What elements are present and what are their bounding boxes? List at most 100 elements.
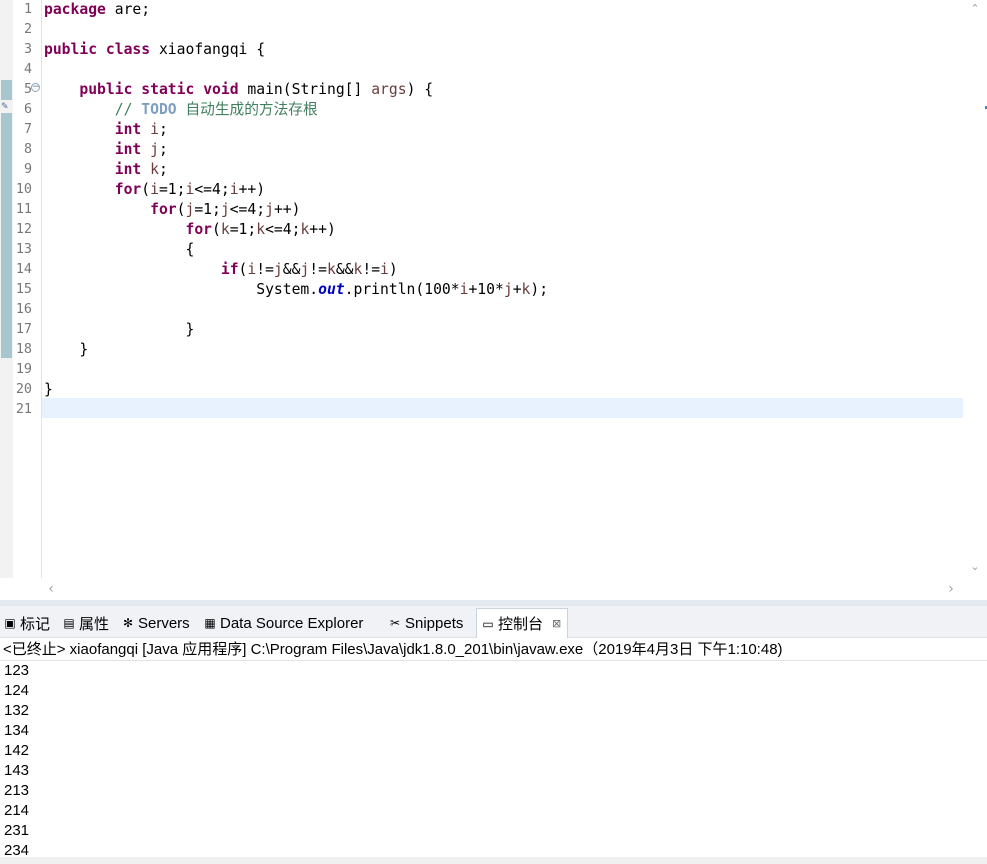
code-token: int	[114, 121, 142, 138]
code-token: public	[79, 81, 133, 98]
console-output-line: 213	[4, 782, 30, 799]
horizontal-scrollbar[interactable]: ‹ ›	[42, 578, 963, 600]
tab-label: 属性	[79, 615, 110, 633]
code-line: System.out.println(100*i+10*j+k);	[44, 280, 548, 300]
code-token: i	[150, 181, 159, 198]
code-token: out	[318, 281, 345, 298]
code-token: {	[44, 241, 195, 258]
scroll-right-icon[interactable]: ›	[942, 578, 960, 600]
code-line: package are;	[44, 0, 150, 20]
code-token: =1;	[194, 201, 221, 218]
line-number: 7	[23, 122, 32, 137]
tab-properties[interactable]: ▤ 属性	[62, 608, 109, 638]
tab-label: 控制台	[498, 616, 544, 633]
vertical-scrollbar[interactable]: ⌃ ⌄	[963, 0, 987, 578]
code-token: (	[141, 181, 151, 198]
console-output-line: 231	[4, 822, 30, 839]
line-number: 14	[15, 262, 32, 277]
scroll-left-icon[interactable]: ‹	[42, 578, 60, 600]
code-token: public	[44, 41, 98, 58]
code-token: k	[326, 261, 336, 278]
task-marker-icon[interactable]: ✎	[1, 101, 12, 113]
code-token: .println(100*	[344, 281, 460, 298]
code-token: 自动生成的方法存根	[176, 101, 318, 118]
fold-collapse-icon[interactable]: −	[31, 83, 40, 92]
data-source-icon: ▦	[204, 616, 216, 630]
code-token: =1;	[158, 181, 186, 198]
line-number: 11	[15, 202, 32, 217]
snippets-icon: ✂	[389, 616, 401, 630]
markers-icon: ▣	[4, 616, 16, 630]
line-number: 16	[15, 302, 32, 317]
line-number: 20	[15, 382, 32, 397]
console-output[interactable]: 123 124 132 134 142 143 213 214 231 234	[0, 661, 987, 857]
code-token: are;	[105, 1, 151, 18]
console-output-line: 143	[4, 762, 30, 779]
code-token: k	[256, 221, 266, 238]
code-token: System.	[44, 281, 319, 298]
line-number: 4	[23, 62, 32, 77]
close-tab-icon[interactable]: ⊠	[552, 617, 561, 630]
code-token: (	[212, 221, 221, 238]
line-number: 6	[23, 102, 32, 117]
change-bar	[1, 113, 12, 358]
code-token: j	[503, 281, 513, 298]
code-token: <=4;	[265, 221, 301, 238]
gutter-divider	[41, 0, 42, 578]
code-line: int k;	[44, 160, 168, 180]
current-line-highlight	[42, 398, 963, 418]
code-token: ;	[158, 141, 168, 158]
code-token: i	[229, 181, 239, 198]
code-token: k	[300, 221, 310, 238]
code-line: }	[44, 340, 88, 360]
code-line: int j;	[44, 140, 168, 160]
code-token: int	[114, 161, 142, 178]
scroll-up-icon[interactable]: ⌃	[963, 0, 987, 18]
tab-label: Servers	[138, 614, 190, 632]
code-token: ++)	[238, 181, 266, 198]
console-output-line: 123	[4, 662, 30, 679]
code-token: k	[150, 161, 159, 178]
code-token: int	[114, 141, 142, 158]
line-number: 18	[15, 342, 32, 357]
code-token: (	[176, 201, 186, 218]
line-number: 1	[23, 2, 32, 17]
code-token: j	[220, 201, 230, 218]
code-line: for(j=1;j<=4;j++)	[44, 200, 300, 220]
tab-servers[interactable]: ✻ Servers	[121, 608, 190, 638]
code-editor[interactable]: ✎ 1 2 3 4 5 6 7 8 9 10 11 12 13 14 15 16 17 18 19 20 21 − pa…	[0, 0, 987, 600]
code-line: int i;	[44, 120, 168, 140]
code-line: if(i!=j&&j!=k&&k!=i)	[44, 260, 398, 280]
code-token: for	[114, 181, 142, 198]
code-line: public static void main(String[] args) {	[44, 80, 433, 100]
tab-snippets[interactable]: ✂ Snippets	[388, 608, 463, 638]
code-token: +10*	[468, 281, 504, 298]
code-token: xiaofangqi {	[150, 41, 266, 58]
scroll-down-icon[interactable]: ⌄	[963, 558, 987, 576]
tab-data-source[interactable]: ▦ Data Source Explorer	[203, 608, 363, 638]
code-token: }	[44, 321, 195, 338]
code-token: }	[44, 341, 89, 358]
tab-markers[interactable]: ▣ 标记	[3, 608, 50, 638]
code-token: }	[44, 381, 53, 398]
code-token: &&	[335, 261, 354, 278]
code-line: // TODO 自动生成的方法存根	[44, 100, 318, 120]
code-token: +	[512, 281, 522, 298]
line-number: 21	[15, 402, 32, 417]
console-output-line: 142	[4, 742, 30, 759]
change-bar	[1, 80, 12, 100]
code-token: j	[265, 201, 274, 218]
code-token: j	[150, 141, 159, 158]
console-status-line: <已终止> xiaofangqi [Java 应用程序] C:\Program …	[0, 639, 987, 661]
tab-console[interactable]: ▭ 控制台 ⊠	[476, 608, 569, 638]
